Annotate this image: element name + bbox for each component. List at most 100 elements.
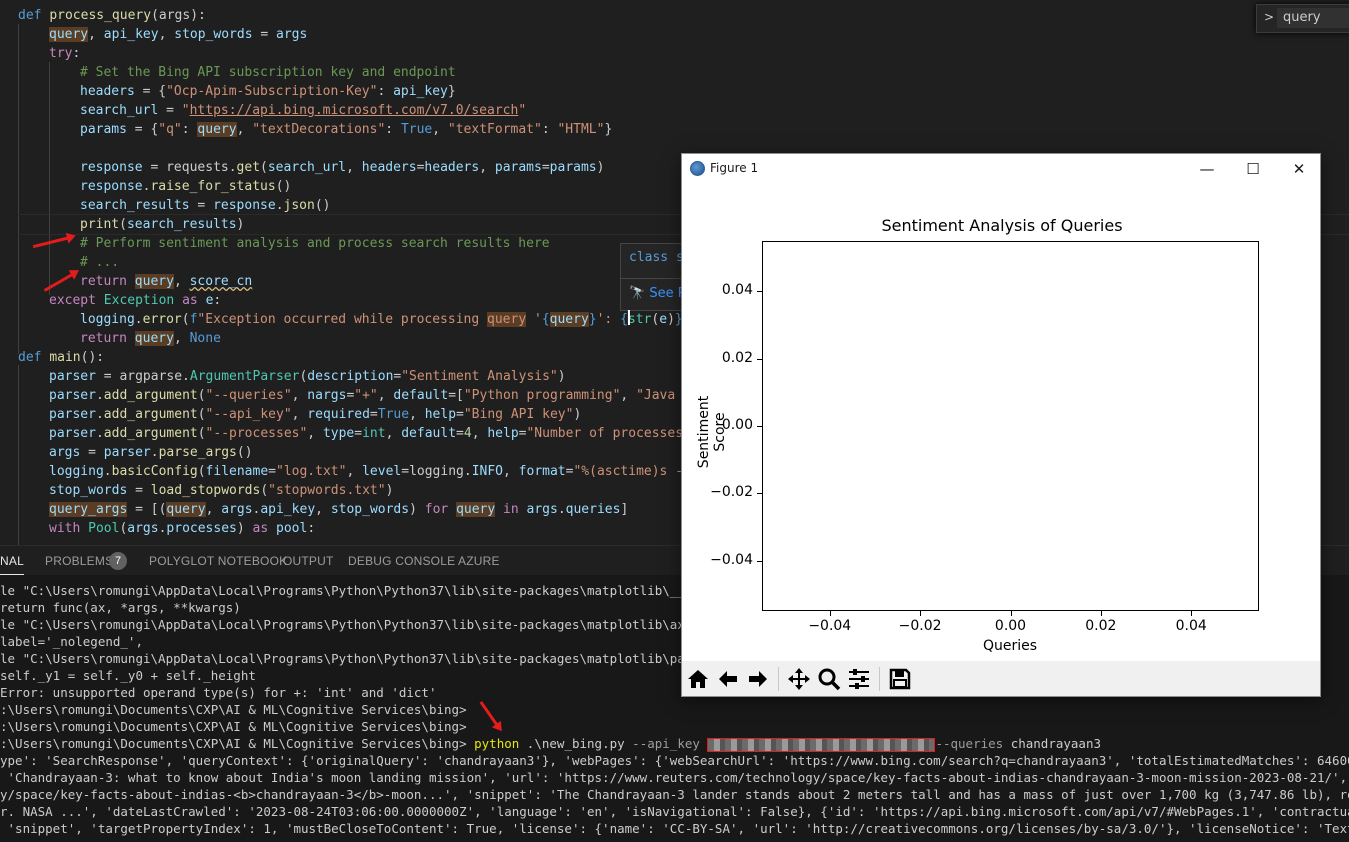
terminal-line: 'Chandrayaan-3: what to know about India… — [0, 770, 1349, 785]
code-line: search_url = "https://api.bing.microsoft… — [80, 103, 527, 118]
code-line: logging.basicConfig(filename="log.txt", … — [49, 464, 691, 479]
code-line: response = requests.get(search_url, head… — [80, 160, 605, 175]
code-line: stop_words = load_stopwords("stopwords.t… — [49, 483, 394, 498]
back-arrow-icon — [719, 671, 737, 687]
terminal-line: 'snippet', 'targetPropertyIndex': 1, 'mu… — [0, 821, 1349, 836]
pan-button[interactable] — [785, 665, 813, 693]
terminal-line: self._y1 = self._y0 + self._height — [0, 668, 256, 683]
figure-titlebar[interactable]: Figure 1 — ☐ ✕ — [682, 154, 1320, 184]
chevron-right-icon[interactable]: > — [1264, 10, 1274, 24]
figure-toolbar — [682, 661, 1320, 696]
code-line: print(search_results) — [80, 217, 245, 232]
terminal-line: le "C:\Users\romungi\AppData\Local\Progr… — [0, 651, 738, 666]
find-widget: > query — [1256, 4, 1349, 33]
code-line: args = parser.parse_args() — [49, 445, 253, 460]
y-tick-label: 0.00 — [721, 417, 753, 433]
code-line: return query, None — [80, 331, 221, 346]
close-button[interactable]: ✕ — [1276, 156, 1322, 182]
code-line: parser.add_argument("--processes", type=… — [49, 426, 684, 441]
code-line: parser = argparse.ArgumentParser(descrip… — [49, 369, 566, 384]
code-line: parser.add_argument("--api_key", require… — [49, 407, 582, 422]
tab-polyglot-notebook[interactable]: POLYGLOT NOTEBOOK — [149, 554, 287, 568]
x-axis-label: Queries — [982, 638, 1038, 654]
code-line: query_args = [(query, args.api_key, stop… — [49, 502, 629, 517]
code-line: response.raise_for_status() — [80, 179, 292, 194]
tab-azure[interactable]: AZURE — [458, 554, 500, 568]
redacted-api-key — [707, 737, 936, 752]
annotation-arrow — [32, 236, 71, 249]
terminal-line: label='_nolegend_', — [0, 634, 143, 649]
x-tick-label: 0.04 — [1175, 618, 1207, 634]
text-cursor-icon: I — [626, 306, 632, 330]
terminal-line: le "C:\Users\romungi\AppData\Local\Progr… — [0, 617, 738, 632]
y-tick-label: −0.04 — [710, 551, 753, 568]
problems-count-badge: 7 — [109, 552, 127, 570]
x-tick-mark — [1100, 611, 1102, 616]
code-line: except Exception as e: — [49, 293, 222, 308]
x-tick-mark — [1191, 611, 1193, 616]
code-line: search_results = response.json() — [80, 198, 331, 213]
minimize-button[interactable]: — — [1184, 156, 1230, 182]
y-tick-mark — [757, 493, 762, 495]
y-tick-label: −0.02 — [710, 484, 753, 501]
python-app-icon — [690, 161, 705, 176]
x-tick-label: −0.02 — [898, 618, 942, 634]
tab-problems[interactable]: PROBLEMS — [45, 554, 113, 568]
code-line: try: — [49, 46, 81, 61]
terminal-line: r. NASA ...', 'dateLastCrawled': '2023-0… — [0, 804, 1349, 819]
y-tick-mark — [757, 560, 762, 562]
code-line: def main(): — [18, 350, 105, 365]
maximize-button[interactable]: ☐ — [1230, 156, 1276, 182]
terminal-line: y/space/key-facts-about-indias-<b>chandr… — [0, 787, 1349, 802]
x-tick-mark — [829, 611, 831, 616]
terminal-line: :\Users\romungi\Documents\CXP\AI & ML\Co… — [0, 702, 467, 717]
terminal-line: :\Users\romungi\Documents\CXP\AI & ML\Co… — [0, 719, 467, 734]
indent-guide — [18, 24, 19, 354]
y-tick-mark — [757, 291, 762, 293]
terminal-command-line: :\Users\romungi\Documents\CXP\AI & ML\Co… — [0, 736, 1102, 752]
hover-see-link[interactable]: 🔭 See R — [629, 286, 687, 301]
indent-guide — [49, 62, 50, 295]
code-line: # ... — [80, 255, 120, 270]
code-line: return query, score_cn — [80, 274, 253, 289]
code-line: query, api_key, stop_words = args — [49, 27, 308, 42]
zoom-icon — [818, 668, 841, 691]
terminal-line: return func(ax, *args, **kwargs) — [0, 600, 241, 615]
code-line: # Perform sentiment analysis and process… — [80, 236, 550, 251]
y-tick-label: 0.04 — [721, 282, 753, 299]
pan-icon — [788, 668, 810, 690]
configure-subplots-button[interactable] — [845, 665, 873, 693]
zoom-button[interactable] — [815, 665, 843, 693]
save-button[interactable] — [886, 665, 914, 693]
figure-window: Figure 1 — ☐ ✕ Sentiment Analysis of Que… — [681, 153, 1321, 697]
tab-debug-console[interactable]: DEBUG CONSOLE — [348, 554, 455, 568]
y-tick-mark — [757, 358, 762, 360]
home-button[interactable] — [684, 665, 712, 693]
figure-title: Figure 1 — [710, 161, 759, 175]
indent-guide — [18, 365, 19, 545]
code-line: # Set the Bing API subscription key and … — [80, 65, 456, 80]
code-line: headers = {"Ocp-Apim-Subscription-Key": … — [80, 84, 456, 99]
forward-button[interactable] — [744, 665, 772, 693]
x-tick-label: 0.00 — [994, 618, 1027, 634]
find-input[interactable]: query — [1277, 8, 1349, 28]
code-line: with Pool(args.processes) as pool: — [49, 521, 316, 536]
code-line: params = {"q": query, "textDecorations":… — [80, 122, 613, 137]
code-line: logging.error(f"Exception occurred while… — [80, 312, 691, 327]
terminal-line: Error: unsupported operand type(s) for +… — [0, 685, 437, 700]
hover-signature: class s — [629, 250, 684, 265]
code-line: parser.add_argument("--queries", nargs="… — [49, 388, 691, 403]
y-tick-mark — [757, 426, 762, 427]
back-button[interactable] — [714, 665, 742, 693]
configure-subplots-icon — [849, 669, 869, 689]
plot-axes[interactable] — [762, 241, 1259, 611]
save-icon — [889, 668, 911, 690]
tab-terminal[interactable]: NAL — [0, 554, 24, 575]
x-tick-mark — [1010, 611, 1012, 616]
x-tick-label: −0.04 — [808, 618, 852, 634]
x-tick-label: 0.02 — [1085, 618, 1117, 634]
tab-output[interactable]: OUTPUT — [283, 554, 334, 568]
y-tick-label: 0.02 — [721, 349, 753, 366]
home-icon — [688, 670, 708, 688]
terminal-line: le "C:\Users\romungi\AppData\Local\Progr… — [0, 583, 738, 598]
